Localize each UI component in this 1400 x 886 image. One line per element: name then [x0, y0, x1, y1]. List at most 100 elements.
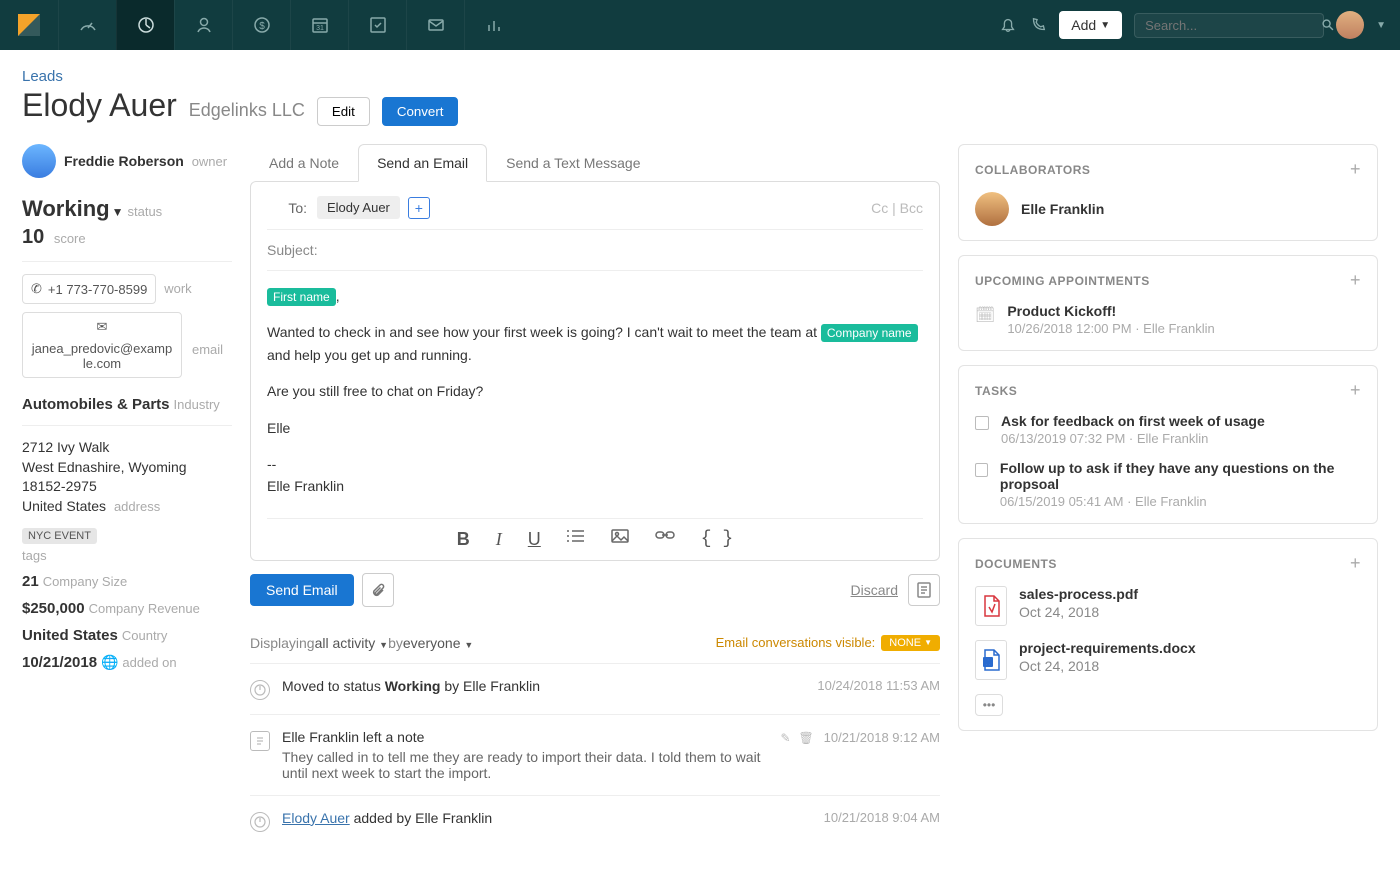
- italic-button[interactable]: I: [496, 529, 502, 550]
- appointment-item[interactable]: 🗓 Product Kickoff! 10/26/2018 12:00 PM ·…: [975, 303, 1361, 336]
- format-toolbar: B I U { }: [267, 518, 923, 560]
- email-visibility-badge[interactable]: NONE ▼: [881, 635, 940, 651]
- dashboard-icon[interactable]: [58, 0, 116, 50]
- search-input[interactable]: [1145, 18, 1321, 33]
- recipient-chip[interactable]: Elody Auer: [317, 196, 400, 219]
- company-size-field: 21Company Size: [22, 573, 232, 590]
- image-button[interactable]: [611, 529, 629, 550]
- add-document-button[interactable]: +: [1350, 553, 1361, 574]
- appointments-panel: UPCOMING APPOINTMENTS+ 🗓 Product Kickoff…: [958, 255, 1378, 351]
- contacts-icon[interactable]: [174, 0, 232, 50]
- activity-who-dropdown[interactable]: everyone ▼: [403, 635, 473, 651]
- word-icon: W: [975, 640, 1007, 680]
- merge-tag-first-name[interactable]: First name: [267, 288, 336, 306]
- communication-icon[interactable]: [406, 0, 464, 50]
- search-box[interactable]: [1134, 13, 1324, 38]
- status-change-icon: [250, 680, 270, 700]
- task-checkbox[interactable]: [975, 416, 989, 430]
- documents-panel: DOCUMENTS+ sales-process.pdf Oct 24, 201…: [958, 538, 1378, 731]
- svg-text:$: $: [259, 21, 265, 32]
- breadcrumb[interactable]: Leads: [22, 68, 1378, 85]
- details-sidebar: Freddie Roberson owner Working▼ status 1…: [22, 144, 232, 846]
- activity-item: Elody Auer added by Elle Franklin 10/21/…: [250, 795, 940, 846]
- added-on-field: 10/21/2018 🌐added on: [22, 654, 232, 671]
- user-avatar[interactable]: [1336, 11, 1364, 39]
- tab-send-text[interactable]: Send a Text Message: [487, 144, 659, 182]
- user-menu-caret-icon[interactable]: ▼: [1376, 20, 1386, 31]
- activity-filter: Displaying all activity ▼ by everyone ▼ …: [250, 635, 940, 651]
- merge-tag-company[interactable]: Company name: [821, 324, 918, 342]
- collaborator-item[interactable]: Elle Franklin: [975, 192, 1361, 226]
- document-item[interactable]: W project-requirements.docx Oct 24, 2018: [975, 640, 1361, 680]
- add-collaborator-button[interactable]: +: [1350, 159, 1361, 180]
- task-checkbox[interactable]: [975, 463, 988, 477]
- reports-icon[interactable]: [464, 0, 522, 50]
- code-button[interactable]: { }: [701, 529, 733, 550]
- activity-type-dropdown[interactable]: all activity ▼: [315, 635, 389, 651]
- email-composer: To: Elody Auer + Cc | Bcc Subject: First…: [250, 181, 940, 561]
- more-documents-button[interactable]: •••: [975, 694, 1003, 716]
- activity-item: Moved to status Working by Elle Franklin…: [250, 663, 940, 714]
- link-button[interactable]: [655, 529, 675, 550]
- send-email-button[interactable]: Send Email: [250, 574, 354, 606]
- caret-down-icon: ▼: [1100, 20, 1110, 31]
- country-field: United StatesCountry: [22, 627, 232, 644]
- to-label: To:: [267, 200, 317, 216]
- email-body[interactable]: First name, Wanted to check in and see h…: [267, 271, 923, 518]
- company-revenue-field: $250,000Company Revenue: [22, 600, 232, 617]
- tab-add-note[interactable]: Add a Note: [250, 144, 358, 182]
- app-logo[interactable]: [0, 0, 58, 50]
- call-icon[interactable]: [1029, 16, 1047, 34]
- cc-bcc-toggle[interactable]: Cc | Bcc: [871, 200, 923, 216]
- lead-company: Edgelinks LLC: [189, 100, 305, 121]
- svg-text:31: 31: [316, 25, 324, 32]
- add-appointment-button[interactable]: +: [1350, 270, 1361, 291]
- globe-icon: 🌐: [101, 654, 118, 670]
- owner-label: owner: [192, 154, 227, 169]
- caret-down-icon: ▼: [924, 638, 932, 647]
- industry-field: Automobiles & PartsIndustry: [22, 396, 232, 413]
- pdf-icon: [975, 586, 1007, 626]
- calendar-icon[interactable]: 31: [290, 0, 348, 50]
- activity-list: Moved to status Working by Elle Franklin…: [250, 663, 940, 846]
- edit-note-icon[interactable]: ✎: [781, 731, 791, 745]
- delete-note-icon[interactable]: 🗑: [799, 731, 814, 745]
- template-button[interactable]: [908, 574, 940, 606]
- phone-icon: ✆: [31, 281, 42, 297]
- address-field: 2712 Ivy Walk West Ednashire, Wyoming 18…: [22, 438, 232, 516]
- edit-button[interactable]: Edit: [317, 97, 370, 126]
- convert-button[interactable]: Convert: [382, 97, 459, 126]
- discard-link[interactable]: Discard: [851, 582, 898, 598]
- add-recipient-button[interactable]: +: [408, 197, 430, 219]
- owner-name: Freddie Roberson: [64, 153, 184, 169]
- calendar-icon: 🗓: [975, 305, 995, 336]
- collaborator-avatar: [975, 192, 1009, 226]
- phone-chip[interactable]: ✆ +1 773-770-8599: [22, 274, 156, 304]
- owner-avatar: [22, 144, 56, 178]
- lead-name: Elody Auer: [22, 87, 177, 124]
- underline-button[interactable]: U: [528, 529, 541, 550]
- email-visibility-label: Email conversations visible:: [716, 635, 876, 650]
- document-item[interactable]: sales-process.pdf Oct 24, 2018: [975, 586, 1361, 626]
- communication-tabs: Add a Note Send an Email Send a Text Mes…: [250, 144, 940, 182]
- status-dropdown[interactable]: Working▼ status: [22, 196, 232, 222]
- add-task-button[interactable]: +: [1350, 380, 1361, 401]
- caret-down-icon: ▼: [112, 205, 124, 219]
- lead-link[interactable]: Elody Auer: [282, 810, 350, 826]
- attach-button[interactable]: [362, 573, 394, 607]
- lead-score: 10 score: [22, 226, 232, 249]
- envelope-icon: ✉: [97, 319, 108, 335]
- notifications-icon[interactable]: [999, 16, 1017, 34]
- tasks-icon[interactable]: [348, 0, 406, 50]
- task-item: Ask for feedback on first week of usage …: [975, 413, 1361, 446]
- leads-icon[interactable]: [116, 0, 174, 50]
- bold-button[interactable]: B: [457, 529, 470, 550]
- note-icon: [250, 731, 270, 751]
- add-button[interactable]: Add ▼: [1059, 11, 1122, 39]
- subject-input[interactable]: Subject:: [267, 230, 923, 271]
- tab-send-email[interactable]: Send an Email: [358, 144, 487, 182]
- email-chip[interactable]: ✉ janea_predovic@example.com: [22, 312, 182, 378]
- deals-icon[interactable]: $: [232, 0, 290, 50]
- list-button[interactable]: [567, 529, 585, 550]
- top-nav: $ 31 Add ▼ ▼: [0, 0, 1400, 50]
